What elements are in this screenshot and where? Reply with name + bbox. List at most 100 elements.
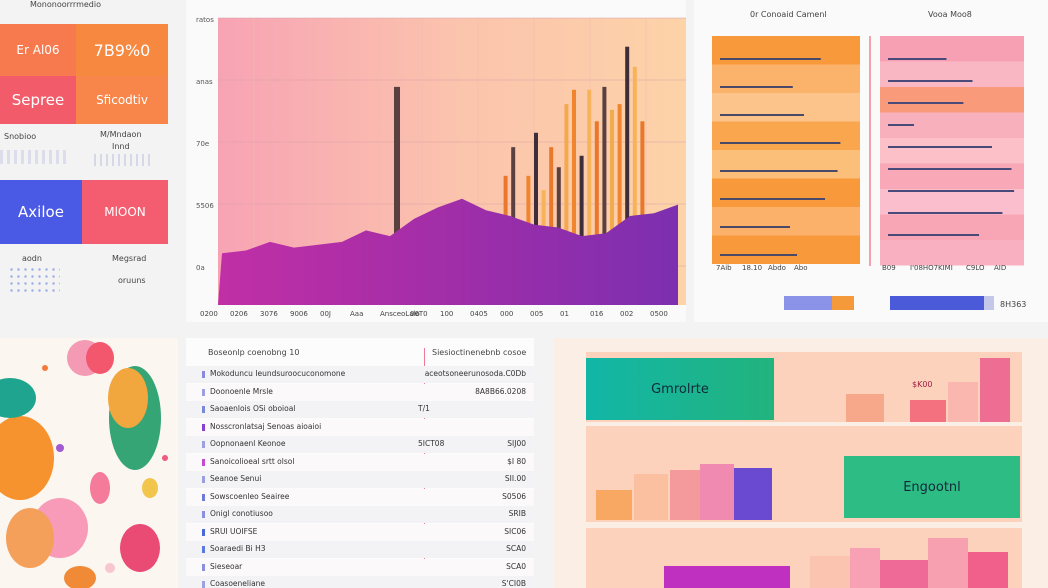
legend-swatch-3[interactable] [984, 296, 994, 310]
note-0: Snobioo [4, 132, 37, 141]
note-5: oruuns [118, 276, 146, 285]
row-label: Sanoicolioeal srtt olsol [210, 456, 295, 466]
bar-mark [928, 538, 968, 588]
abstract-art [0, 340, 168, 588]
row-label: Mokoduncu Ieundsuroocuconomone [210, 369, 346, 378]
bar-mark [734, 468, 772, 520]
row-marker [202, 441, 205, 448]
x-tick-label: 9006 [290, 310, 308, 318]
bar-mark [846, 394, 884, 422]
table-row[interactable]: Sanoicolioeal srtt olsol $I 80 [186, 453, 534, 471]
row-right-value: SRIB [508, 509, 526, 518]
x-tick-label: 18.10 [742, 264, 762, 272]
tile-2[interactable]: Sepree [0, 76, 76, 124]
band [712, 64, 860, 93]
tile-1[interactable]: 7B9%0 [76, 24, 168, 76]
bar-mark [850, 548, 880, 588]
right-top-charts: 7Aib 18.10 Abdo Abo B09 I'08HO7 KIMI C9LO AID [712, 36, 1024, 272]
x-tick-label: 005 [530, 310, 543, 318]
x-tick-label: 0405 [470, 310, 488, 318]
row-label: SRUI UOIFSE [210, 526, 258, 536]
x-tick-label: 06T0 [410, 310, 428, 318]
table-row[interactable]: Soaraedi Bi H3 SCA0 [186, 541, 534, 558]
line-mark [720, 86, 793, 88]
x-tick-label: C9LO [966, 264, 985, 272]
y-tick-label: 5506 [196, 202, 214, 210]
band [712, 207, 860, 236]
row-label: Soaraedi Bi H3 [210, 544, 266, 553]
line-mark [720, 142, 841, 144]
row-right-value: 8A8B66.0208 [475, 386, 526, 396]
line-mark [888, 212, 1003, 214]
note-4: Megsrad [112, 254, 147, 263]
x-tick-label: KIMI [938, 264, 953, 272]
x-tick-label: 100 [440, 310, 453, 318]
bar-mark [968, 552, 1008, 588]
row-right-value: S0506 [502, 491, 526, 501]
line-mark [888, 190, 1015, 192]
tile-5[interactable]: MlOON [82, 180, 168, 244]
row-right-value: $I 80 [507, 456, 526, 466]
row-label: Seanoe Senui [210, 474, 262, 483]
tile-4[interactable]: Axiloe [0, 180, 82, 244]
table-row[interactable]: Sowscoenleo Seairee S0506 [186, 488, 534, 506]
row-label: Saoaenlois OSi oboioal [210, 404, 296, 413]
right-top-panel: 0r Conoaid Camenl Vooa Moo8 7Aib 18.10 Abd… [694, 0, 1048, 322]
table-row[interactable]: Oopnonaenl Keonoe 5ICT08 SIJ00 [186, 436, 534, 453]
table-row[interactable]: Coasoeneliane S'CI0B [186, 576, 534, 588]
x-tick-label: 00J [320, 310, 331, 318]
table-row[interactable]: Onigl conotiusoo SRIB [186, 506, 534, 523]
row-label: Coasoeneliane [210, 579, 266, 588]
row-label: Sieseoar [210, 561, 243, 571]
line-mark [888, 80, 973, 82]
bottom-right-bars [596, 358, 1010, 588]
line-mark [720, 114, 804, 116]
line-mark [720, 170, 838, 172]
band [880, 87, 1024, 113]
x-tick-label: Abdo [768, 264, 786, 272]
row-label: Nosscronlatsaj Senoas aioaioi [210, 421, 322, 431]
row-marker [202, 493, 205, 501]
dot-cluster-2 [94, 154, 154, 166]
tile-3[interactable]: Sficodtiv [76, 76, 168, 124]
row-marker [202, 563, 205, 571]
row-marker [202, 388, 205, 396]
band [712, 150, 860, 179]
x-tick-label: 0500 [650, 310, 668, 318]
tile-0[interactable]: Er Al06 [0, 24, 76, 76]
band [712, 235, 860, 264]
table-row[interactable]: Doonoenle Mrsle 8A8B66.0208 [186, 383, 534, 401]
x-tick-label: 3076 [260, 310, 278, 318]
table-header-right: Siesioctinenebnb cosoe [432, 348, 527, 357]
legend-swatch-2[interactable] [890, 296, 984, 310]
row-right-value: S'CI0B [501, 579, 526, 588]
main-chart: ratos anas 70e 5506 0a 0200 0206 3076 9006 00J Aa… [196, 16, 686, 318]
line-mark [720, 58, 821, 60]
row-label: Doonoenle Mrsle [210, 386, 273, 396]
row-marker [202, 511, 205, 518]
row-marker [202, 458, 205, 466]
table-row[interactable]: Nosscronlatsaj Senoas aioaioi [186, 418, 534, 436]
table-row[interactable]: SRUI UOIFSE SIC06 [186, 523, 534, 541]
bar-mark [664, 566, 790, 588]
table-row[interactable]: Saoaenlois OSi oboioal T/1 [186, 401, 534, 418]
table-row[interactable]: Sieseoar SCA0 [186, 558, 534, 576]
row-value: 5ICT08 [418, 439, 445, 448]
x-tick-label: I'08HO7 [910, 264, 938, 272]
x-tick-label: 7Aib [716, 264, 732, 272]
band [880, 138, 1024, 164]
left-panel-header: Mononoorrrmedio [30, 0, 101, 9]
table-row[interactable]: Seanoe Senui SII.00 [186, 471, 534, 488]
legend-swatch-0[interactable] [784, 296, 832, 310]
row-label: Onigl conotiusoo [210, 509, 273, 518]
band [880, 214, 1024, 240]
band [880, 189, 1024, 215]
left-panel: Mononoorrrmedio Er Al06 7B9%0 Sepree Sfi… [0, 0, 178, 322]
line-mark [888, 146, 992, 148]
bar-mark [700, 464, 734, 520]
line-mark [720, 226, 790, 228]
table-row[interactable]: Mokoduncu Ieundsuroocuconomone aceotsonee… [186, 366, 534, 383]
line-mark [888, 102, 964, 104]
legend-swatch-1[interactable] [832, 296, 854, 310]
x-tick-label: 01 [560, 310, 569, 318]
